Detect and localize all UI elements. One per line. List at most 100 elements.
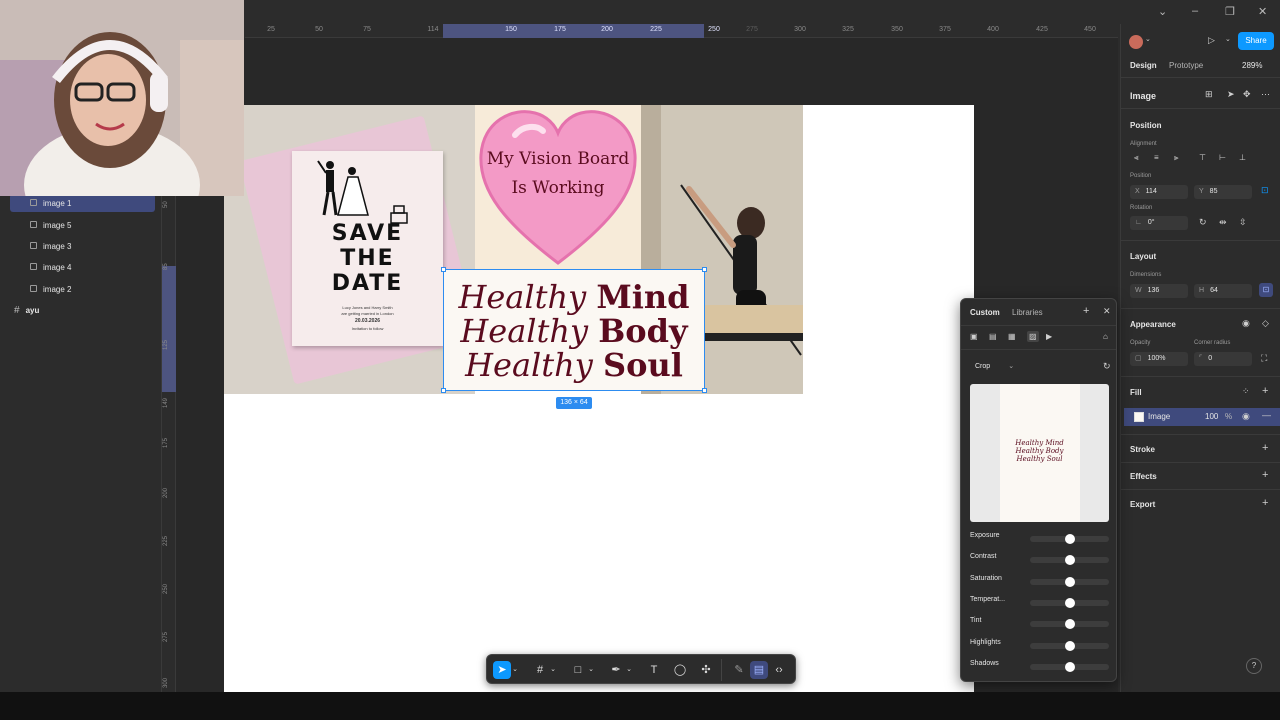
add-stroke-icon[interactable]: + [1262, 442, 1268, 454]
dev-mode-icon[interactable]: ‹› [770, 661, 788, 679]
flip-vertical-icon[interactable]: ⇳ [1239, 217, 1247, 228]
chevron-down-icon[interactable]: ⌄ [1225, 35, 1231, 43]
x-field[interactable]: X 114 [1130, 185, 1188, 199]
align-middle-icon[interactable]: ⊢ [1219, 153, 1226, 162]
chevron-down-icon[interactable]: ⌄ [587, 661, 595, 679]
play-icon[interactable]: ▷ [1208, 35, 1215, 46]
eye-icon[interactable]: ◉ [1242, 411, 1250, 422]
constraints-icon[interactable]: ⊡ [1261, 185, 1269, 196]
eye-icon[interactable]: ◉ [1242, 318, 1250, 329]
resize-handle[interactable] [441, 267, 446, 272]
frame-tool-icon[interactable]: # [531, 661, 549, 679]
width-field[interactable]: W 136 [1130, 284, 1188, 298]
remove-fill-icon[interactable]: — [1262, 410, 1271, 420]
expand-corners-icon[interactable]: ⛶ [1261, 353, 1267, 364]
image-healthy-selected[interactable]: Healthy Mind Healthy Body Healthy Soul [441, 267, 707, 393]
minimize-icon[interactable]: – [1192, 5, 1198, 17]
layer-item[interactable]: image 2 [10, 280, 155, 298]
fill-mode-select[interactable]: Crop ⌄ [970, 360, 1028, 374]
contrast-slider[interactable]: Contrast [970, 553, 1110, 565]
tint-slider[interactable]: Tint [970, 617, 1110, 629]
slider-knob[interactable] [1064, 662, 1075, 672]
design-mode-icon[interactable]: ▤ [750, 661, 768, 679]
layer-item[interactable]: image 3 [10, 237, 155, 255]
tab-design[interactable]: Design [1130, 61, 1157, 70]
temperature-slider[interactable]: Temperat... [970, 596, 1110, 608]
tab-libraries[interactable]: Libraries [1012, 308, 1043, 317]
text-tool-icon[interactable]: T [645, 661, 663, 679]
fill-swatch[interactable] [1134, 412, 1144, 422]
rectangle-tool-icon[interactable]: □ [569, 661, 587, 679]
styles-icon[interactable]: ⁘ [1242, 386, 1250, 397]
grid-icon[interactable]: ⊞ [1205, 89, 1213, 100]
comment-tool-icon[interactable]: ◯ [671, 661, 689, 679]
resize-handle[interactable] [702, 388, 707, 393]
solid-fill-icon[interactable]: ▣ [970, 332, 978, 341]
fill-row[interactable]: Image 100 % ◉ — [1124, 408, 1280, 426]
slider-knob[interactable] [1064, 555, 1075, 565]
highlights-slider[interactable]: Highlights [970, 639, 1110, 651]
shadows-slider[interactable]: Shadows [970, 660, 1110, 672]
help-button[interactable]: ? [1246, 658, 1262, 674]
fill-opacity[interactable]: 100 [1205, 412, 1218, 421]
resize-handle[interactable] [702, 267, 707, 272]
image-fill-icon[interactable]: ▨ [1027, 331, 1039, 342]
more-icon[interactable]: ⋯ [1261, 89, 1270, 100]
draw-mode-icon[interactable]: ✎ [730, 661, 748, 679]
slider-knob[interactable] [1064, 641, 1075, 651]
eyedropper-icon[interactable]: ⌂ [1103, 332, 1108, 341]
linear-gradient-icon[interactable]: ▤ [989, 332, 997, 341]
layer-item[interactable]: image 5 [10, 216, 155, 234]
lock-aspect-icon[interactable]: ⊡ [1259, 283, 1273, 297]
chevron-down-icon[interactable]: ⌄ [1158, 5, 1167, 18]
add-export-icon[interactable]: + [1262, 497, 1268, 509]
chevron-down-icon[interactable]: ⌄ [625, 661, 633, 679]
flip-horizontal-icon[interactable]: ⇹ [1219, 217, 1227, 228]
align-top-icon[interactable]: ⊤ [1199, 153, 1206, 162]
rotate-icon[interactable]: ↻ [1199, 217, 1207, 228]
align-center-icon[interactable]: ≡ [1154, 153, 1159, 162]
layer-item[interactable]: image 4 [10, 258, 155, 276]
move-tool-icon[interactable]: ➤ [493, 661, 511, 679]
y-field[interactable]: Y 85 [1194, 185, 1252, 199]
align-right-icon[interactable]: ⫸ [1174, 153, 1179, 163]
align-left-icon[interactable]: ⫷ [1134, 153, 1139, 163]
resize-handle[interactable] [441, 388, 446, 393]
video-fill-icon[interactable]: ▶ [1046, 332, 1052, 341]
close-icon[interactable]: ✕ [1258, 5, 1267, 18]
align-bottom-icon[interactable]: ⊥ [1239, 153, 1246, 162]
share-button[interactable]: Share [1238, 32, 1274, 50]
rotation-field[interactable]: ∟ 0° [1130, 216, 1188, 230]
actions-icon[interactable]: ✣ [697, 661, 715, 679]
opacity-field[interactable]: ▢ 100% [1130, 352, 1188, 366]
saturation-slider[interactable]: Saturation [970, 575, 1110, 587]
slider-knob[interactable] [1064, 598, 1075, 608]
add-effect-icon[interactable]: + [1262, 469, 1268, 481]
restore-icon[interactable]: ❐ [1225, 5, 1235, 18]
slider-knob[interactable] [1064, 619, 1075, 629]
slider-knob[interactable] [1064, 577, 1075, 587]
add-fill-icon[interactable]: + [1262, 385, 1268, 397]
exposure-slider[interactable]: Exposure [970, 532, 1110, 544]
tab-custom[interactable]: Custom [970, 308, 1000, 317]
chevron-down-icon[interactable]: ⌄ [511, 661, 519, 679]
image-save-the-date[interactable]: SAVE THE DATE Lucy Jones and Harry Smith… [224, 105, 475, 394]
height-field[interactable]: H 64 [1194, 284, 1252, 298]
pen-tool-icon[interactable]: ✒ [607, 661, 625, 679]
component-icon[interactable]: ✥ [1243, 89, 1251, 100]
image-preview[interactable]: Healthy Mind Healthy Body Healthy Soul [970, 384, 1109, 522]
image-vision-heart[interactable]: My Vision Board Is Working [475, 105, 641, 269]
blend-icon[interactable]: ◇ [1262, 318, 1269, 329]
close-icon[interactable]: ✕ [1103, 306, 1111, 317]
avatar[interactable] [1129, 35, 1143, 49]
layer-item[interactable]: image 1 [10, 194, 155, 212]
radial-gradient-icon[interactable]: ▦ [1008, 332, 1016, 341]
slider-knob[interactable] [1064, 534, 1075, 544]
zoom-level[interactable]: 289% [1242, 61, 1262, 70]
chevron-down-icon[interactable]: ⌄ [1145, 35, 1151, 43]
frame-layer[interactable]: # ayu [4, 301, 149, 319]
add-icon[interactable]: + [1083, 305, 1089, 317]
corner-radius-field[interactable]: ⌜ 0 [1194, 352, 1252, 366]
chevron-down-icon[interactable]: ⌄ [549, 661, 557, 679]
rotate-image-icon[interactable]: ↻ [1103, 361, 1111, 372]
